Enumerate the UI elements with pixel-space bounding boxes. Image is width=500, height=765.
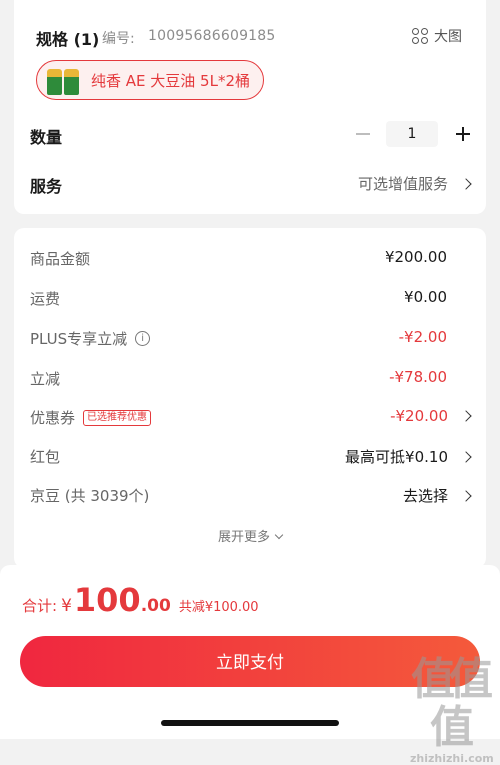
order-spec-card: 规格 (1) 编号: 10095686609185 大图 纯香 AE 大豆油 5… (14, 0, 486, 214)
price-detail-card: 商品金额 ¥200.00 运费 ¥0.00 PLUS专享立减 i -¥2.00 … (14, 228, 486, 568)
price-line-value: 去选择 (402, 487, 448, 505)
price-line-plus-discount: PLUS专享立减 i -¥2.00 (30, 328, 470, 350)
chevron-right-icon (460, 450, 472, 463)
coupon-tag: 已选推荐优惠 (83, 409, 152, 426)
quantity-value[interactable]: 1 (386, 121, 438, 147)
total-label: 合计: (22, 597, 58, 615)
price-line-value: ¥200.00 (384, 248, 447, 266)
total-saved: 共减¥100.00 (178, 600, 259, 615)
price-line-instant-discount: 立减 -¥78.00 (30, 368, 470, 390)
total-amount-integer: 100 (73, 581, 141, 619)
product-thumbnail (45, 64, 85, 96)
price-line-value: ¥0.00 (404, 288, 447, 306)
price-line-label: 商品金额 (30, 250, 91, 268)
spec-row: 规格 (1) 编号: 10095686609185 大图 (36, 26, 468, 49)
quantity-stepper: 1 (356, 121, 470, 147)
chevron-right-icon (460, 410, 472, 422)
price-line-shipping: 运费 ¥0.00 (30, 288, 470, 310)
quantity-label: 数量 (30, 128, 63, 147)
spec-number-label: 编号: (102, 31, 135, 47)
spec-option-label: 纯香 AE 大豆油 5L*2桶 (91, 71, 250, 90)
watermark-logo: 值值值 zhizhizhi.com (410, 654, 494, 765)
price-line-label: 京豆 (共 3039个) (30, 487, 150, 505)
plus-icon[interactable] (456, 127, 470, 141)
price-line-value: 最高可抵¥0.10 (345, 448, 448, 466)
price-line-label: 优惠券 (30, 409, 76, 427)
chevron-right-icon (460, 177, 472, 190)
watermark-mark: 值值值 (411, 654, 493, 753)
total-currency: ¥ (61, 596, 72, 616)
service-label: 服务 (30, 177, 63, 196)
minus-icon[interactable] (356, 133, 370, 135)
chevron-down-icon (274, 530, 284, 540)
big-image-label: 大图 (434, 29, 462, 45)
price-line-label: 运费 (30, 290, 61, 308)
price-line-value: -¥78.00 (389, 368, 447, 386)
info-icon[interactable]: i (135, 331, 151, 346)
spec-title: 规格 (1) (36, 30, 100, 49)
expand-more-button[interactable]: 展开更多 (14, 526, 486, 545)
order-total: 合计: ¥ 100 .00 共减¥100.00 (22, 581, 259, 619)
price-line-label: PLUS专享立减 (30, 330, 128, 348)
big-image-button[interactable]: 大图 (412, 26, 462, 46)
grid-icon (412, 28, 428, 44)
service-value: 可选增值服务 (357, 175, 448, 193)
price-line-jingdou[interactable]: 京豆 (共 3039个) 去选择 (30, 485, 472, 507)
price-line-value: -¥2.00 (398, 328, 447, 346)
chevron-right-icon (460, 489, 472, 502)
price-line-label: 红包 (30, 448, 61, 466)
service-selector[interactable]: 可选增值服务 (357, 173, 472, 194)
price-line-label: 立减 (30, 370, 61, 388)
watermark-text: zhizhizhi.com (410, 752, 494, 765)
price-line-coupon[interactable]: 优惠券 已选推荐优惠 -¥20.00 (30, 407, 472, 429)
price-line-goods: 商品金额 ¥200.00 (30, 248, 470, 270)
spec-option-chip[interactable]: 纯香 AE 大豆油 5L*2桶 (36, 60, 264, 100)
home-indicator (161, 720, 339, 726)
price-line-value: -¥20.00 (390, 407, 448, 425)
price-line-red-packet[interactable]: 红包 最高可抵¥0.10 (30, 446, 472, 468)
spec-number: 10095686609185 (148, 28, 276, 44)
expand-more-label: 展开更多 (217, 530, 270, 545)
total-amount-decimal: .00 (140, 596, 171, 616)
